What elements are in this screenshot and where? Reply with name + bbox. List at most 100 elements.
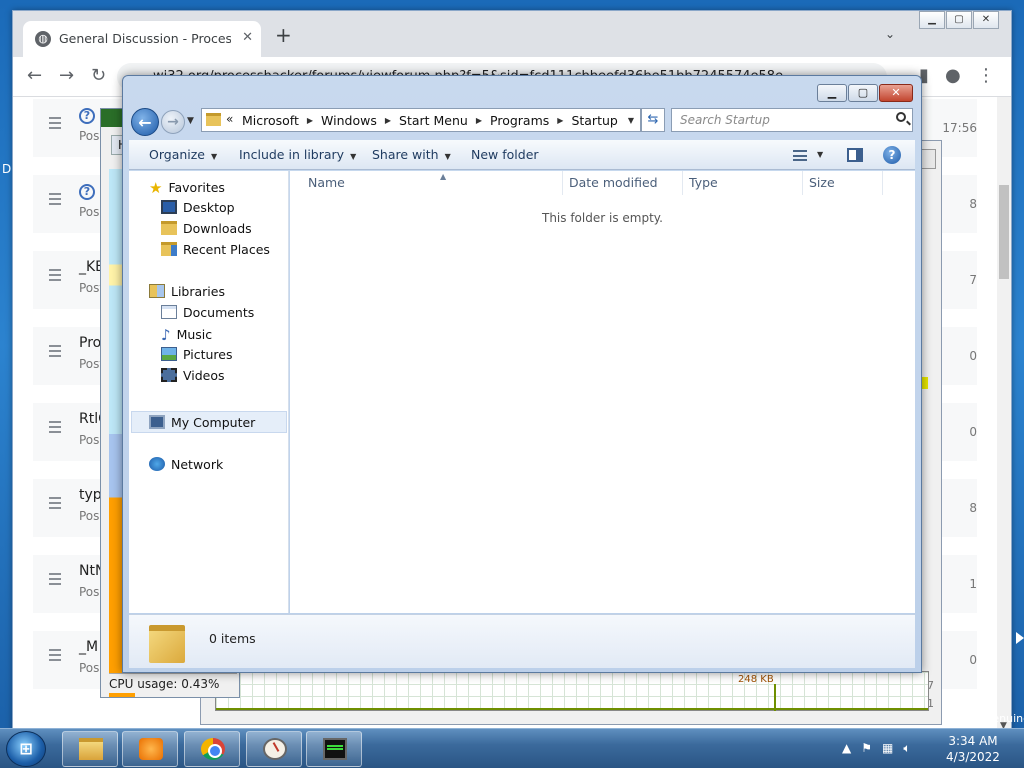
tab-close-icon[interactable]: ✕ xyxy=(242,30,253,45)
taskbar-chrome[interactable] xyxy=(184,731,240,767)
details-pane: 0 items xyxy=(129,614,915,668)
maximize-button[interactable]: ▢ xyxy=(848,84,878,102)
forward-button[interactable]: → xyxy=(161,110,185,134)
back-button[interactable]: ← xyxy=(131,108,159,136)
breadcrumb-arrow-icon[interactable]: ▶ xyxy=(476,116,482,125)
include-in-library-button[interactable]: Include in library ▼ xyxy=(239,147,356,162)
show-hidden-icons-icon[interactable]: ▲ xyxy=(842,741,851,756)
network-icon xyxy=(149,457,165,471)
column-header-name[interactable]: Name ▲ xyxy=(302,171,563,195)
nav-downloads[interactable]: Downloads xyxy=(161,221,252,236)
desktop-icon-label[interactable]: D xyxy=(2,162,11,176)
change-view-icon[interactable] xyxy=(793,150,807,161)
close-button[interactable]: ✕ xyxy=(879,84,913,102)
maximize-button[interactable]: ▢ xyxy=(946,11,972,29)
organize-button[interactable]: Organize ▼ xyxy=(149,147,217,162)
taskbar-gauge-app[interactable] xyxy=(246,731,302,767)
help-icon[interactable]: ? xyxy=(883,146,901,164)
taskbar-explorer[interactable] xyxy=(62,731,118,767)
recent-pages-dropdown-icon[interactable]: ▼ xyxy=(187,116,194,126)
taskbar-process-hacker[interactable] xyxy=(306,731,362,767)
topic-title[interactable]: typ xyxy=(79,487,102,503)
taskbar-media-player[interactable] xyxy=(122,731,178,767)
view-dropdown-icon[interactable]: ▼ xyxy=(817,150,823,159)
breadcrumb-arrow-icon[interactable]: ▶ xyxy=(557,116,563,125)
globe-icon: ◍ xyxy=(35,31,51,47)
scrollbar-thumb[interactable] xyxy=(999,185,1009,279)
empty-folder-message: This folder is empty. xyxy=(542,211,663,225)
column-header-date-modified[interactable]: Date modified xyxy=(563,171,683,195)
nav-recent-places[interactable]: Recent Places xyxy=(161,242,270,257)
videos-icon xyxy=(161,368,177,382)
breadcrumb-item[interactable]: Microsoft xyxy=(242,113,299,128)
minimize-button[interactable]: ▁ xyxy=(919,11,945,29)
nav-music[interactable]: ♪ Music xyxy=(161,326,212,344)
breadcrumb-overflow[interactable]: « xyxy=(226,112,233,126)
menu-kebab-icon[interactable]: ⋮ xyxy=(977,66,995,86)
address-bar[interactable]: « Microsoft ▶ Windows ▶ Start Menu ▶ Pro… xyxy=(201,108,641,132)
clock[interactable]: 3:34 AM 4/3/2022 xyxy=(934,733,1012,765)
clock-date: 4/3/2022 xyxy=(946,750,1000,764)
column-header-type[interactable]: Type xyxy=(683,171,803,195)
nav-network[interactable]: Network xyxy=(149,457,223,472)
back-arrow-icon[interactable]: ← xyxy=(27,66,42,86)
command-bar: Organize ▼ Include in library ▼ Share with… xyxy=(129,140,915,170)
breadcrumb-item[interactable]: Startup xyxy=(571,113,617,128)
address-dropdown-icon[interactable]: ▼ xyxy=(628,116,634,125)
preview-pane-icon[interactable] xyxy=(847,148,863,162)
page-scrollbar[interactable]: ▼ xyxy=(997,97,1011,733)
nav-label: My Computer xyxy=(171,415,256,430)
nav-label: Favorites xyxy=(168,180,225,195)
nav-pictures[interactable]: Pictures xyxy=(161,347,233,362)
topic-title[interactable]: _M xyxy=(79,639,98,655)
minimize-button[interactable]: ▁ xyxy=(817,84,847,102)
volume-icon[interactable]: 🔈︎ xyxy=(903,741,910,756)
forward-arrow-icon[interactable]: → xyxy=(59,66,74,86)
sort-ascending-icon: ▲ xyxy=(440,172,447,181)
nav-libraries[interactable]: Libraries xyxy=(149,284,225,299)
search-icon[interactable] xyxy=(896,112,906,122)
nav-label: Pictures xyxy=(183,347,233,362)
column-header-size[interactable]: Size xyxy=(803,171,883,195)
refresh-button[interactable]: ⇆ xyxy=(641,108,665,132)
topic-meta: Pos xyxy=(79,661,100,675)
topic-meta: Pos xyxy=(79,585,100,599)
file-list[interactable]: Name ▲ Date modified Type Size This fold… xyxy=(290,171,915,613)
new-folder-button[interactable]: New folder xyxy=(471,147,539,162)
action-center-icon[interactable]: ⚑ xyxy=(861,741,872,756)
breadcrumb-arrow-icon[interactable]: ▶ xyxy=(307,116,313,125)
nav-label: Videos xyxy=(183,368,225,383)
libraries-icon xyxy=(149,284,165,298)
start-button[interactable]: ⊞ xyxy=(6,731,46,767)
reload-icon[interactable]: ↻ xyxy=(91,66,106,86)
nav-videos[interactable]: Videos xyxy=(161,368,225,383)
browser-tab[interactable]: ◍ General Discussion - Process Hac ✕ xyxy=(23,21,261,57)
topic-reply-count: 8 xyxy=(969,501,977,515)
close-button[interactable]: ✕ xyxy=(973,11,999,29)
topic-title[interactable]: Pro xyxy=(79,335,101,351)
profile-avatar-icon[interactable]: ● xyxy=(945,66,961,86)
topic-icon xyxy=(49,345,61,357)
breadcrumb-item[interactable]: Windows xyxy=(321,113,377,128)
downloads-folder-icon xyxy=(161,221,177,235)
nav-my-computer[interactable]: My Computer xyxy=(149,415,255,430)
nav-label: Network xyxy=(171,457,224,472)
chevron-down-icon[interactable]: ⌄ xyxy=(885,27,895,41)
mouse-cursor xyxy=(1016,632,1024,644)
breadcrumb-arrow-icon[interactable]: ▶ xyxy=(385,116,391,125)
nav-label: Documents xyxy=(183,305,255,320)
breadcrumb-item[interactable]: Programs xyxy=(490,113,549,128)
search-input[interactable]: Search Startup xyxy=(671,108,913,132)
nav-desktop[interactable]: Desktop xyxy=(161,200,235,215)
nav-documents[interactable]: Documents xyxy=(161,305,254,320)
share-with-button[interactable]: Share with ▼ xyxy=(372,147,451,162)
nav-favorites[interactable]: ★ Favorites xyxy=(149,179,225,197)
breadcrumb-item[interactable]: Start Menu xyxy=(399,113,468,128)
new-tab-button[interactable]: + xyxy=(275,25,292,45)
music-note-icon: ♪ xyxy=(161,326,171,344)
media-player-icon xyxy=(139,738,163,760)
recent-places-icon xyxy=(161,242,177,256)
include-in-library-label: Include in library xyxy=(239,147,345,162)
network-status-icon[interactable]: ▦ xyxy=(882,741,893,756)
topic-reply-count: 8 xyxy=(969,197,977,211)
